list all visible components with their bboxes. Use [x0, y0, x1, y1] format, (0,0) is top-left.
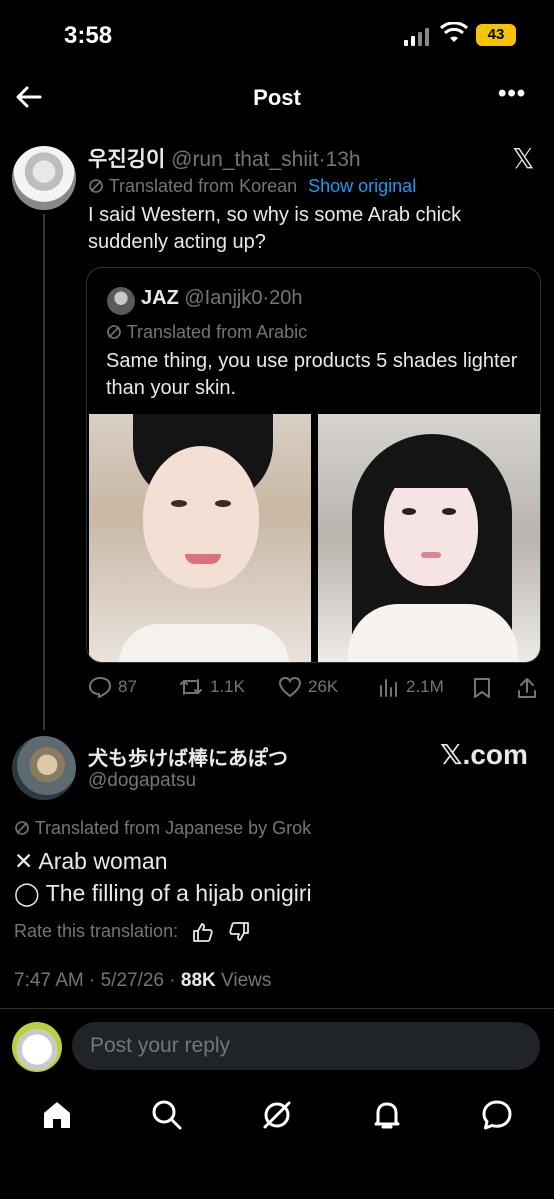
reply-author-name[interactable]: 犬も歩けば棒にあぽつ [88, 742, 288, 771]
views-total: 88K [180, 970, 216, 991]
quote-author-line: JAZ @Ianjjk0·20h [141, 287, 303, 309]
x-com-watermark: 𝕏.com [440, 739, 528, 770]
heart-icon [278, 676, 302, 698]
reply-author-avatar[interactable] [12, 736, 76, 800]
reply-translation-notice: Translated from Japanese by Grok [14, 818, 311, 839]
translate-icon [15, 821, 29, 835]
rate-translation: Rate this translation: [14, 921, 250, 942]
home-icon[interactable] [40, 1098, 74, 1132]
quote-translated-label: Translated from Arabic [126, 322, 308, 342]
author-name[interactable]: 우진깅이 [88, 148, 165, 171]
thumbs-up-icon[interactable] [192, 922, 214, 942]
repost-action[interactable]: 1.1K [178, 676, 245, 698]
quote-author-handle: @Ianjjk0 [184, 287, 263, 309]
x-logo-icon: 𝕏 [512, 143, 535, 174]
status-time: 3:58 [64, 22, 113, 49]
notifications-bell-icon[interactable] [370, 1098, 404, 1132]
quote-author-avatar [107, 287, 135, 315]
views-count: 2.1M [406, 677, 444, 696]
current-user-avatar[interactable] [12, 1022, 62, 1072]
cellular-signal-icon [404, 28, 429, 46]
author-handle[interactable]: @run_that_shiit [171, 148, 318, 171]
bookmark-icon[interactable] [472, 677, 492, 699]
repost-icon [180, 679, 202, 695]
like-action[interactable]: 26K [278, 676, 338, 698]
post-metadata: 7:47 AM · 5/27/26 · 88K Views [14, 970, 271, 992]
grok-icon[interactable] [260, 1098, 294, 1132]
translate-icon [107, 325, 121, 339]
reply-text-line-2: ◯ The filling of a hijab onigiri [14, 880, 312, 906]
post-timestamp: 7:47 AM · 5/27/26 · [14, 970, 181, 991]
post-text: I said Western, so why is some Arab chic… [88, 204, 462, 253]
like-count: 26K [308, 677, 339, 696]
rate-label: Rate this translation: [14, 921, 179, 941]
reply-count: 87 [118, 677, 137, 696]
battery-indicator: 43 [476, 24, 516, 46]
reply-translated-label: Translated from Japanese by Grok [34, 818, 312, 838]
views-chart-icon [380, 679, 397, 697]
quote-time: 20h [269, 287, 303, 309]
messages-icon[interactable] [480, 1098, 514, 1132]
more-options-icon[interactable]: ••• [498, 82, 526, 106]
reply-icon [88, 676, 112, 698]
quote-image-left[interactable] [89, 414, 311, 662]
translation-notice: Translated from Korean Show original [88, 176, 416, 197]
translated-label: Translated from Korean [108, 176, 298, 196]
quoted-post-card[interactable]: JAZ @Ianjjk0·20h Translated from Arabic … [86, 267, 541, 663]
thumbs-down-icon[interactable] [228, 921, 250, 942]
reply-text-line-1: ✕ Arab woman [14, 848, 168, 874]
translate-icon [89, 179, 103, 193]
show-original-link[interactable]: Show original [308, 176, 416, 196]
views-action[interactable]: 2.1M [378, 676, 444, 698]
quote-text: Same thing, you use products 5 shades li… [106, 350, 518, 399]
post-author-line: 우진깅이 @run_that_shiit·13h [88, 148, 361, 171]
quote-image-right[interactable] [318, 414, 540, 662]
reply-author-handle[interactable]: @dogapatsu [88, 770, 196, 792]
share-icon[interactable] [516, 676, 538, 700]
divider [0, 1008, 554, 1009]
thread-connector [43, 214, 45, 730]
quote-translation-notice: Translated from Arabic [106, 322, 307, 343]
views-label: Views [215, 970, 272, 991]
wifi-icon [440, 22, 468, 42]
search-icon[interactable] [150, 1098, 184, 1132]
quote-author-name: JAZ [141, 287, 179, 309]
page-title: Post [253, 85, 301, 110]
post-time[interactable]: 13h [326, 148, 361, 171]
author-avatar[interactable] [12, 146, 76, 210]
repost-count: 1.1K [210, 677, 245, 696]
reply-action[interactable]: 87 [88, 676, 137, 698]
reply-input[interactable]: Post your reply [72, 1022, 540, 1070]
